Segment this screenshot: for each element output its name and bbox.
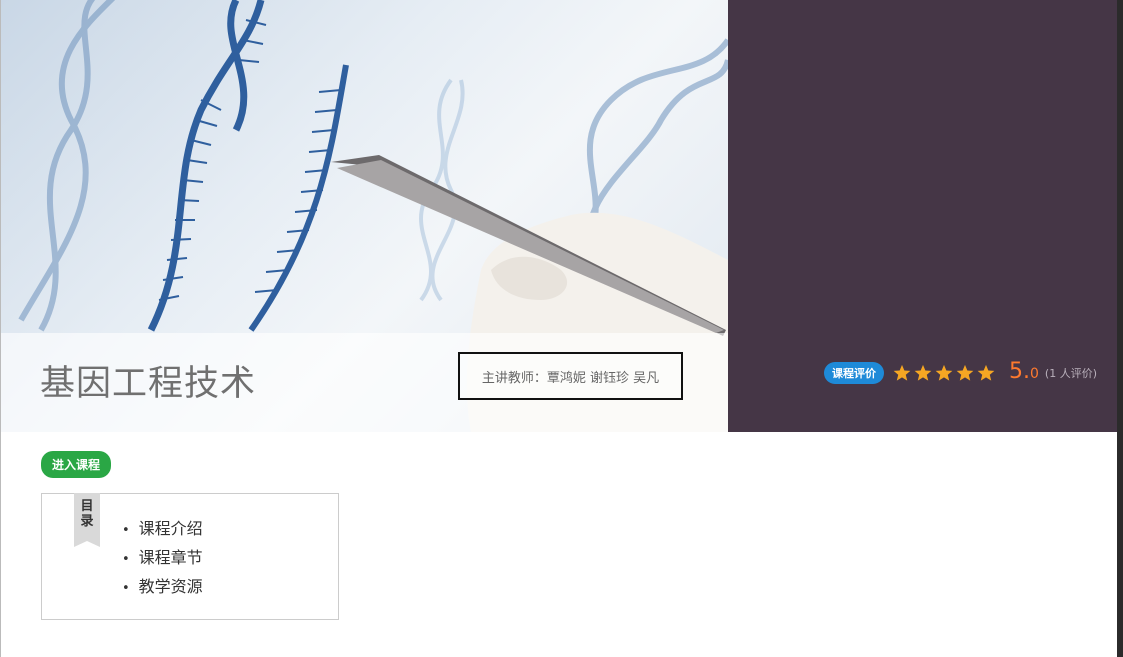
star-icon [893, 364, 911, 381]
rating-count: (1 人评价) [1044, 367, 1097, 380]
teacher-info: 主讲教师：覃鸿妮 谢钰珍 吴凡 [458, 352, 683, 400]
rating-score-integer: 5. [1009, 359, 1030, 384]
star-icon [956, 364, 974, 381]
rating-score-decimal: 0 [1030, 366, 1039, 382]
star-rating [893, 364, 995, 382]
enter-course-button[interactable]: 进入课程 [41, 451, 112, 478]
toc-ribbon-label: 目录 [80, 499, 94, 529]
toc-list: 课程介绍 课程章节 教学资源 [122, 516, 203, 603]
course-rating: 课程评价 5.0 (1 人评价) [824, 361, 1097, 385]
toc-item-chapters[interactable]: 课程章节 [122, 545, 203, 574]
toc-item-resources[interactable]: 教学资源 [122, 574, 203, 603]
star-icon [935, 364, 953, 381]
star-icon [914, 364, 932, 381]
scrollbar[interactable] [1117, 0, 1123, 657]
star-icon [977, 364, 995, 381]
course-title: 基因工程技术 [40, 364, 257, 404]
toc-item-intro[interactable]: 课程介绍 [122, 516, 203, 545]
teacher-label: 主讲教师：覃鸿妮 谢钰珍 吴凡 [481, 370, 660, 386]
table-of-contents: 目录 课程介绍 课程章节 教学资源 [41, 493, 339, 620]
rating-score: 5.0 [1009, 361, 1039, 385]
rating-badge: 课程评价 [824, 362, 884, 384]
toc-ribbon: 目录 [74, 493, 100, 547]
